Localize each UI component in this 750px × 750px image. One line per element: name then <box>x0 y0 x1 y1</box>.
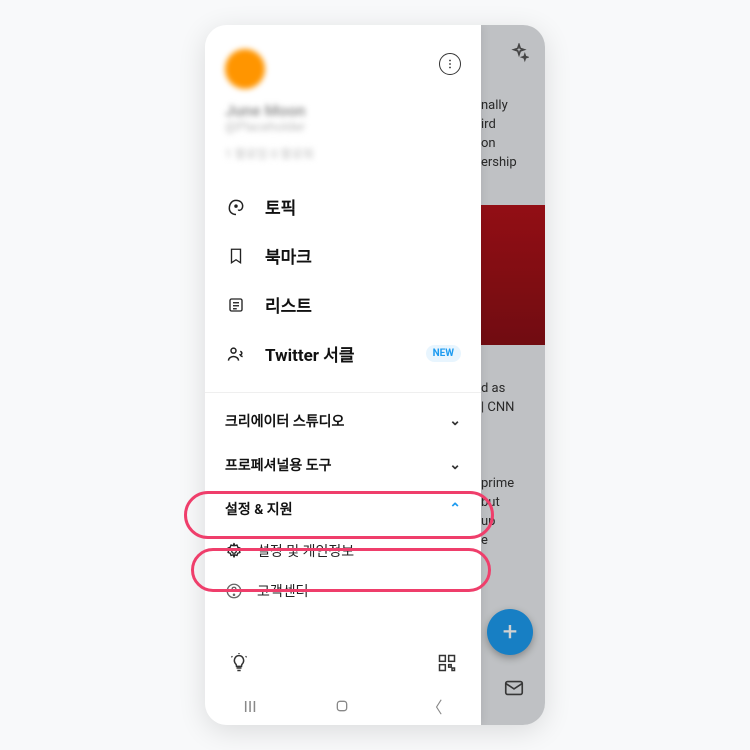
chevron-down-icon: ⌄ <box>449 413 461 429</box>
accounts-button[interactable] <box>439 53 461 75</box>
profile-stats: 1 팔로잉 0 팔로워 <box>225 145 461 162</box>
section-pro-tools[interactable]: 프로페셔널용 도구 ⌄ <box>205 443 481 487</box>
topics-icon <box>225 197 247 217</box>
nav-label: 토픽 <box>265 194 296 219</box>
sub-label: 설정 및 개인정보 <box>257 541 354 561</box>
nav-list: 토픽 북마크 리스트 Twitter 서클 NEW <box>205 174 481 386</box>
list-icon <box>225 295 247 315</box>
divider <box>205 392 481 393</box>
profile-handle: @Placeholder <box>225 120 461 135</box>
gear-icon <box>225 542 243 560</box>
section-label: 설정 & 지원 <box>225 499 293 519</box>
circle-icon <box>225 344 247 364</box>
nav-label: Twitter 서클 <box>265 341 355 366</box>
sub-help-center[interactable]: 고객센터 <box>205 571 481 611</box>
section-settings-support[interactable]: 설정 & 지원 ⌃ <box>205 487 481 531</box>
nav-label: 북마크 <box>265 243 312 268</box>
back-button[interactable]: 〈 <box>426 694 442 718</box>
new-badge: NEW <box>426 345 461 362</box>
avatar[interactable] <box>225 49 265 89</box>
chevron-up-icon: ⌃ <box>449 501 461 517</box>
bg-snippet: prime but up e <box>481 475 514 550</box>
nav-bookmarks[interactable]: 북마크 <box>205 231 481 280</box>
sub-settings-privacy[interactable]: 설정 및 개인정보 <box>205 531 481 571</box>
home-button[interactable] <box>334 698 350 714</box>
nav-circle[interactable]: Twitter 서클 NEW <box>205 329 481 378</box>
compose-fab[interactable]: + <box>487 609 533 655</box>
nav-label: 리스트 <box>265 292 312 317</box>
bulb-icon[interactable] <box>229 653 249 673</box>
recents-button[interactable]: III <box>243 697 256 716</box>
bg-snippet: nally ird on ership <box>481 97 517 172</box>
chevron-down-icon: ⌄ <box>449 457 461 473</box>
sub-label: 고객센터 <box>257 581 309 601</box>
nav-lists[interactable]: 리스트 <box>205 280 481 329</box>
qr-icon[interactable] <box>437 653 457 673</box>
drawer-footer <box>205 639 481 687</box>
bg-snippet: d as | CNN <box>481 380 514 418</box>
system-nav: III 〈 <box>205 687 481 725</box>
sparkle-icon <box>509 43 529 63</box>
profile-name: June Moon <box>225 101 461 120</box>
section-label: 크리에이터 스튜디오 <box>225 411 344 431</box>
section-label: 프로페셔널용 도구 <box>225 455 332 475</box>
help-icon <box>225 582 243 600</box>
bookmark-icon <box>225 246 247 266</box>
phone-frame: nally ird on ership d as | CNN prime but… <box>205 25 545 725</box>
mail-icon[interactable] <box>503 677 525 699</box>
background-feed: nally ird on ership d as | CNN prime but… <box>473 25 545 725</box>
nav-drawer: June Moon @Placeholder 1 팔로잉 0 팔로워 토픽 북마… <box>205 25 481 725</box>
nav-topics[interactable]: 토픽 <box>205 182 481 231</box>
section-creator-studio[interactable]: 크리에이터 스튜디오 ⌄ <box>205 399 481 443</box>
drawer-header: June Moon @Placeholder 1 팔로잉 0 팔로워 <box>205 25 481 174</box>
bg-image <box>473 205 545 345</box>
